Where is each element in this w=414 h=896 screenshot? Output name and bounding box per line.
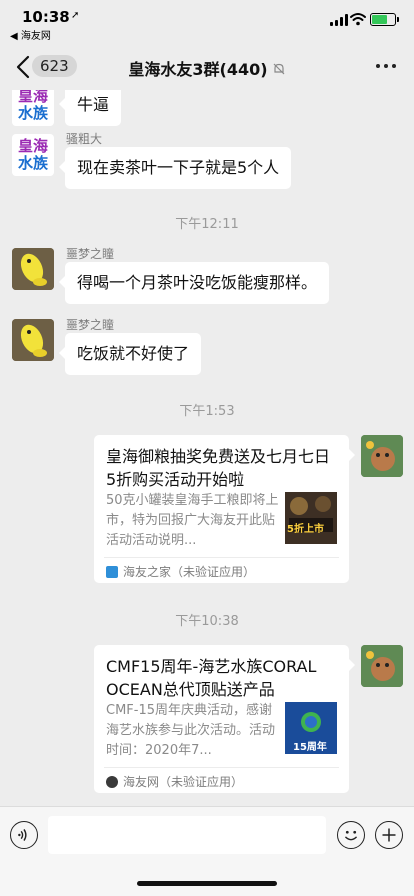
message-input[interactable] bbox=[48, 816, 326, 854]
fish-avatar-image bbox=[12, 319, 54, 361]
avatar-text-line2: 水族 bbox=[17, 154, 48, 172]
mute-bell-icon bbox=[273, 63, 285, 75]
fish-avatar-image bbox=[12, 248, 54, 290]
avatar-huanghai[interactable]: 皇海 水族 bbox=[12, 134, 54, 176]
status-time: 10:38 bbox=[22, 8, 70, 26]
card-divider bbox=[104, 767, 339, 768]
thumbnail-caption: 15周年 bbox=[293, 742, 327, 753]
message-bubble[interactable]: 吃饭就不好使了 bbox=[58, 333, 202, 375]
avatar-fish[interactable] bbox=[12, 248, 54, 290]
dot bbox=[384, 64, 388, 68]
home-indicator[interactable] bbox=[137, 881, 277, 886]
dot bbox=[376, 64, 380, 68]
message-bubble[interactable]: 牛逼 bbox=[58, 90, 122, 126]
timestamp: 下午1:53 bbox=[179, 404, 235, 419]
card-source-label: 海友网（未验证应用） bbox=[123, 775, 244, 789]
thumbnail-image bbox=[285, 492, 337, 544]
status-bar: 10:38 ➚ ◀ 海友网 bbox=[0, 0, 414, 44]
cat-avatar-image bbox=[361, 645, 403, 687]
card-source-label: 海友之家（未验证应用） bbox=[123, 565, 256, 579]
app-source-icon bbox=[106, 565, 118, 578]
battery-icon bbox=[370, 13, 399, 26]
more-functions-button[interactable] bbox=[375, 821, 403, 849]
timestamp: 下午12:11 bbox=[175, 217, 239, 232]
card-title: 皇海御粮抽奖免费送及七月七日5折购买活动开始啦 bbox=[106, 447, 331, 489]
sender-name: 噩梦之瞳 bbox=[66, 247, 115, 261]
app-source-icon bbox=[106, 775, 118, 788]
wifi-icon bbox=[350, 13, 366, 26]
chat-messages[interactable]: 皇海 水族 牛逼 皇海 水族 骚粗大 现在卖茶叶一下子就是5个人 下午12:11… bbox=[0, 90, 414, 810]
message-bubble[interactable]: 得喝一个月茶叶没吃饭能瘦那样。 bbox=[58, 262, 330, 304]
card-description: CMF-15周年庆典活动，感谢海艺水族参与此次活动。活动时间：2020年7... bbox=[106, 703, 276, 758]
card-source: 海友之家（未验证应用） bbox=[106, 563, 255, 580]
timestamp: 下午10:38 bbox=[175, 614, 239, 629]
chat-header: 623 皇海水友3群(440) bbox=[0, 44, 414, 90]
cellular-signal-icon bbox=[330, 14, 348, 26]
link-card[interactable]: CMF15周年-海艺水族CORAL OCEAN总代顶贴送产品 CMF-15周年庆… bbox=[94, 645, 355, 793]
avatar-self[interactable] bbox=[361, 645, 403, 687]
location-arrow-icon: ➚ bbox=[71, 10, 80, 21]
thumbnail-caption: 5折上市 bbox=[287, 524, 324, 535]
avatar-text-line1: 皇海 bbox=[17, 137, 48, 155]
avatar-text-line2: 水族 bbox=[17, 104, 48, 122]
card-thumbnail: 5折上市 bbox=[285, 492, 337, 544]
card-description: 50克小罐装皇海手工粮即将上市，特为回报广大海友开此贴活动活动说明... bbox=[106, 493, 279, 548]
sender-name: 噩梦之瞳 bbox=[66, 318, 115, 332]
chat-title: 皇海水友3群(440) bbox=[0, 56, 414, 80]
back-to-app-link[interactable]: ◀ 海友网 bbox=[10, 27, 51, 42]
sender-name: 骚粗大 bbox=[66, 132, 103, 146]
avatar-self[interactable] bbox=[361, 435, 403, 477]
avatar-fish[interactable] bbox=[12, 319, 54, 361]
card-source: 海友网（未验证应用） bbox=[106, 773, 243, 790]
card-title: CMF15周年-海艺水族CORAL OCEAN总代顶贴送产品 bbox=[106, 657, 317, 699]
more-options-button[interactable] bbox=[376, 64, 396, 68]
message-bubble[interactable]: 现在卖茶叶一下子就是5个人 bbox=[58, 147, 292, 189]
emoji-button[interactable] bbox=[337, 821, 365, 849]
cat-avatar-image bbox=[361, 435, 403, 477]
card-divider bbox=[104, 557, 339, 558]
link-card[interactable]: 皇海御粮抽奖免费送及七月七日5折购买活动开始啦 50克小罐装皇海手工粮即将上市，… bbox=[94, 435, 355, 583]
avatar-huanghai[interactable]: 皇海 水族 bbox=[12, 90, 54, 126]
dot bbox=[392, 64, 396, 68]
avatar-text-line1: 皇海 bbox=[17, 90, 48, 105]
card-thumbnail: 15周年 bbox=[285, 702, 337, 754]
voice-input-button[interactable] bbox=[10, 821, 38, 849]
chat-title-text: 皇海水友3群(440) bbox=[128, 60, 268, 79]
battery-level bbox=[372, 15, 388, 24]
